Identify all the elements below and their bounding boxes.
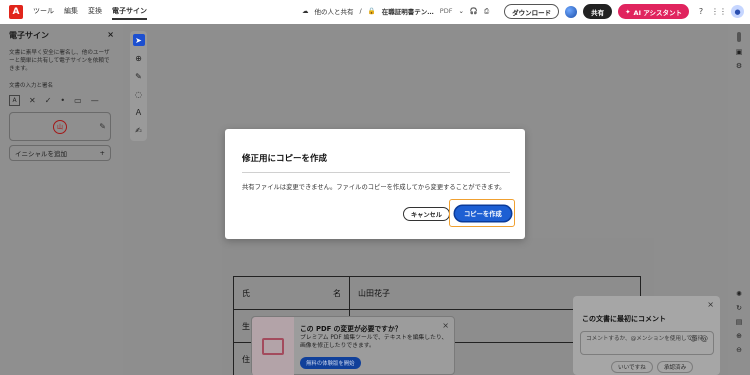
panel-title: 電子サイン [9,31,49,40]
ai-icon: ✦ [625,7,631,16]
esign-panel: 電子サイン × 文書に素早く安全に署名し、他のユーザーと簡単に共有して電子サイン… [0,24,123,375]
document-ext: PDF [439,7,453,15]
menu-esign[interactable]: 電子サイン [112,4,147,20]
promo-card: この PDF の変更が必要ですか？ プレミアム PDF 編集ツールで、テキストを… [251,316,455,375]
main-menu: ツール 編集 変換 電子サイン [33,4,147,20]
checkmark-icon[interactable]: ✓ [45,96,52,105]
document-title-area: ☁ 他の人と共有 / 🔒 在職証明書テン… PDF ⌄ 🎧 ⎙ [302,6,489,17]
table-label: 氏 名 [234,277,350,309]
panel-header: 電子サイン × [9,30,114,41]
draw-icon[interactable]: ✎ [133,70,145,82]
copy-dialog: 修正用にコピーを作成 共有ファイルは変更できません。ファイルのコピーを作成してか… [225,129,525,239]
lock-icon: 🔒 [367,7,376,15]
share-button[interactable]: 共有 [583,4,613,19]
separator: / [359,7,362,15]
cancel-button[interactable]: キャンセル [403,207,450,221]
add-initial-button[interactable]: イニシャルを追加 + [9,145,111,161]
label-left: 生 [242,321,250,331]
top-bar: A ツール 編集 変換 電子サイン ☁ 他の人と共有 / 🔒 在職証明書テン… … [0,0,750,24]
edit-doc-icon[interactable]: ▣ [736,48,743,56]
page-icon[interactable]: ▤ [736,318,743,326]
dialog-title: 修正用にコピーを作成 [242,154,328,164]
pencil-icon[interactable]: ✎ [99,122,106,131]
lasso-icon[interactable]: ◌ [133,88,145,100]
shared-label: 他の人と共有 [314,8,354,16]
comment-title: この文書に最初にコメント [582,315,666,323]
plus-icon: + [99,149,105,157]
close-icon[interactable]: × [707,300,714,309]
sparkle-icon[interactable]: ✺ [736,290,742,298]
globe-icon[interactable] [565,5,578,18]
promo-description: プレミアム PDF 編集ツールで、テキストを編集したり、画像を修正したりできます… [300,335,448,349]
right-rail-bottom: ✺ ↻ ▤ ⊕ ⊖ [728,290,750,354]
approve-button[interactable]: 承認済み [656,361,694,373]
panel-description: 文書に素早く安全に署名し、他のユーザーと簡単に共有して電子サインを依頼できます。 [9,50,110,72]
menu-edit[interactable]: 編集 [64,4,78,20]
cross-icon[interactable]: ✕ [29,96,36,105]
document-name[interactable]: 在職証明書テン… [382,6,434,16]
comment-quick-replies: いいですね 承認済み [611,361,694,373]
line-icon[interactable]: — [91,96,99,105]
ai-assistant-label: AI アシスタント [633,8,682,17]
download-button[interactable]: ダウンロード [504,4,560,19]
label-right: 名 [333,288,341,298]
zoom-out-icon[interactable]: ⊖ [736,346,742,354]
dialog-body: 共有ファイルは変更できません。ファイルのコピーを作成してから変更することができま… [242,184,506,191]
create-copy-button[interactable]: コピーを作成 [455,206,511,221]
headset-icon[interactable]: 🎧 [470,7,478,15]
comment-card: × この文書に最初にコメント コメントするか、@メンションを使用して招待 ☺ @… [573,296,720,375]
right-tools: ダウンロード 共有 ✦ AI アシスタント ? ⋮⋮ ● [504,4,744,19]
close-icon[interactable]: × [107,30,114,41]
emoji-icon[interactable]: ☺ [690,335,697,343]
gear-icon[interactable]: ⚙ [736,62,742,70]
chevron-down-icon[interactable]: ⌄ [458,7,463,15]
seal-stamp: 山 [53,119,67,134]
scrollbar[interactable] [737,32,741,42]
avatar[interactable]: ● [731,5,744,18]
zoom-in-icon[interactable]: ⊕ [736,332,742,340]
fill-tools: A ✕ ✓ • ▭ — [9,95,114,106]
help-icon[interactable]: ? [695,6,707,18]
refresh-icon[interactable]: ↻ [736,304,742,312]
menu-convert[interactable]: 変換 [88,4,102,20]
divider [242,172,510,173]
cloud-icon: ☁ [302,7,309,15]
text-field-icon[interactable]: A [9,95,20,106]
signature-box[interactable]: 山 ✎ [9,112,111,141]
zoom-icon[interactable]: ⊕ [133,52,145,64]
sign-icon[interactable]: ✍ [133,124,145,136]
print-icon[interactable]: ⎙ [484,7,489,16]
close-icon[interactable]: × [442,321,449,330]
select-cursor-icon[interactable]: ➤ [132,34,145,46]
comment-input[interactable]: コメントするか、@メンションを使用して招待 ☺ @ [580,331,714,355]
promo-illustration [252,317,294,375]
comment-icons: ☺ @ [690,335,708,343]
label-left: 氏 [242,288,250,298]
promo-title: この PDF の変更が必要ですか？ [300,325,402,333]
menu-tools[interactable]: ツール [33,4,54,20]
like-button[interactable]: いいですね [611,361,653,373]
text-box-icon[interactable]: Ａ [133,106,145,118]
vertical-toolbar: ➤ ⊕ ✎ ◌ Ａ ✍ [130,31,147,141]
label-left: 住 [242,355,250,364]
ai-assistant-button[interactable]: ✦ AI アシスタント [618,4,689,19]
mention-icon[interactable]: @ [701,335,708,343]
panel-subheading: 文書の入力と署名 [9,83,54,89]
add-initial-label: イニシャルを追加 [15,150,67,158]
comment-placeholder: コメントするか、@メンションを使用して招待 [586,336,704,342]
dot-icon[interactable]: • [60,96,65,105]
apps-grid-icon[interactable]: ⋮⋮ [711,6,727,18]
rectangle-icon[interactable]: ▭ [74,96,82,105]
acrobat-logo[interactable]: A [9,5,23,19]
free-trial-button[interactable]: 無料の体験版を開始 [300,357,361,369]
